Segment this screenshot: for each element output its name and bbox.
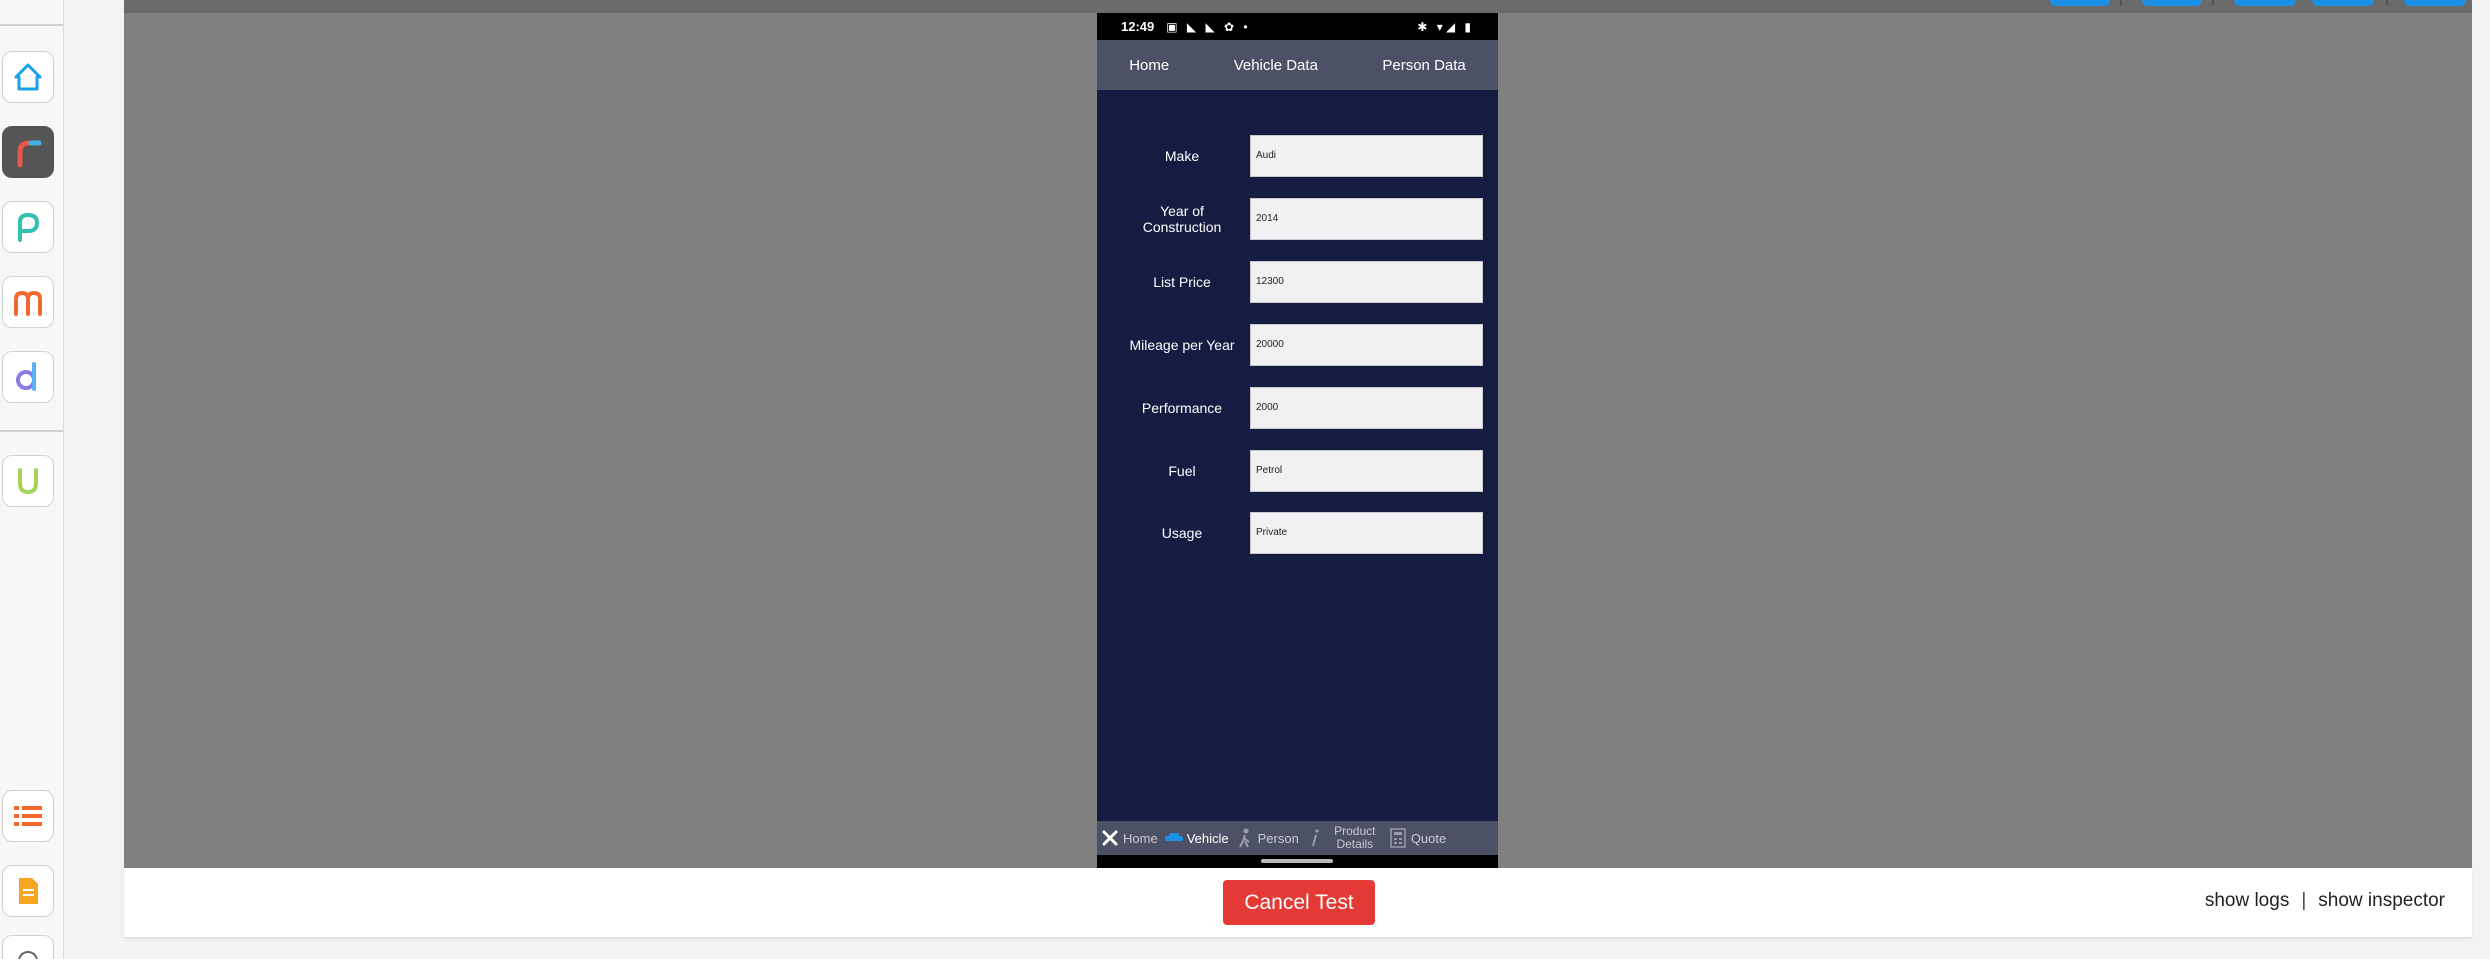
field-label: Performance	[1141, 400, 1223, 416]
rail-app-p[interactable]	[2, 201, 54, 253]
field-label: Make	[1164, 148, 1200, 164]
field-row-usage: Usage Private	[1097, 511, 1498, 555]
bottom-tab-product-details[interactable]: Product Details	[1302, 821, 1385, 855]
p-app-icon	[18, 212, 40, 242]
toolbar-separator	[2212, 0, 2214, 6]
top-tab-home[interactable]: Home	[1129, 57, 1169, 74]
phone-screen: 12:49 ▣ ◣ ◣ ✿ • ✱ ▾◢ ▮ Home Vehicle Data…	[1097, 13, 1498, 868]
system-status-icons: ✱ ▾◢ ▮	[1417, 19, 1474, 34]
year-input[interactable]: 2014	[1250, 198, 1483, 240]
toolbar-button-1[interactable]	[2050, 0, 2110, 6]
phone-status-bar: 12:49 ▣ ◣ ◣ ✿ • ✱ ▾◢ ▮	[1097, 13, 1498, 40]
top-tab-person-data[interactable]: Person Data	[1382, 57, 1465, 74]
rail-list-button[interactable]	[2, 790, 54, 842]
u-app-icon	[18, 468, 38, 495]
status-time: 12:49	[1121, 19, 1155, 34]
fuel-select[interactable]: Petrol	[1250, 450, 1483, 492]
rail-app-u[interactable]	[2, 455, 54, 507]
usage-select[interactable]: Private	[1250, 512, 1483, 554]
device-stage: 12:49 ▣ ◣ ◣ ✿ • ✱ ▾◢ ▮ Home Vehicle Data…	[124, 0, 2472, 868]
performance-input[interactable]: 2000	[1250, 387, 1483, 429]
bottom-tab-person[interactable]: Person	[1232, 821, 1302, 855]
rail-app-home[interactable]	[2, 51, 54, 103]
rail-app-d[interactable]	[2, 351, 54, 403]
home-gesture-handle[interactable]	[1261, 859, 1333, 863]
bottom-links: show logs | show inspector	[2205, 890, 2445, 912]
phone-top-nav: Home Vehicle Data Person Data	[1097, 40, 1498, 90]
person-icon	[1235, 828, 1255, 848]
make-input[interactable]: Audi	[1250, 135, 1483, 177]
show-inspector-link[interactable]: show inspector	[2318, 890, 2445, 911]
field-row-performance: Performance 2000	[1097, 386, 1498, 430]
bottom-tab-label: Home	[1123, 830, 1158, 846]
field-label: Mileage per Year	[1129, 337, 1235, 353]
home-icon	[14, 63, 42, 91]
m-app-icon	[14, 290, 42, 316]
field-label: Fuel	[1168, 463, 1196, 479]
car-icon	[1164, 828, 1184, 848]
app-rail	[0, 0, 64, 959]
notification-icons: ▣ ◣ ◣ ✿ •	[1166, 19, 1251, 34]
list-icon	[14, 806, 42, 826]
toolbar-separator	[2386, 0, 2388, 6]
toolbar-separator	[2120, 0, 2122, 6]
test-control-bar: Cancel Test show logs | show inspector	[124, 868, 2472, 938]
field-row-list-price: List Price 12300	[1097, 260, 1498, 304]
top-tab-vehicle-data[interactable]: Vehicle Data	[1234, 57, 1318, 74]
phone-bottom-tabs: Home Vehicle Person Product Details Quot…	[1097, 821, 1498, 855]
calculator-icon	[1388, 828, 1408, 848]
bottom-tab-quote[interactable]: Quote	[1385, 821, 1449, 855]
ratchet-app-icon	[17, 140, 42, 168]
bottom-tab-vehicle[interactable]: Vehicle	[1161, 821, 1232, 855]
rail-document-button[interactable]	[2, 865, 54, 917]
field-row-make: Make Audi	[1097, 134, 1498, 178]
android-nav-bar	[1097, 855, 1498, 868]
cancel-test-button[interactable]: Cancel Test	[1223, 880, 1375, 925]
field-row-fuel: Fuel Petrol	[1097, 449, 1498, 493]
info-icon	[1305, 828, 1325, 848]
field-label: List Price	[1153, 274, 1211, 290]
mileage-input[interactable]: 20000	[1250, 324, 1483, 366]
toolbar-button-2[interactable]	[2142, 0, 2202, 6]
list-price-input[interactable]: 12300	[1250, 261, 1483, 303]
link-separator: |	[2301, 890, 2307, 911]
toolbar-button-3[interactable]	[2234, 0, 2296, 6]
tools-icon	[1100, 828, 1120, 848]
rail-divider-2	[0, 430, 63, 432]
field-label: Usage	[1161, 525, 1203, 541]
test-runner-window: 12:49 ▣ ◣ ◣ ✿ • ✱ ▾◢ ▮ Home Vehicle Data…	[0, 0, 2490, 959]
rail-app-m[interactable]	[2, 276, 54, 328]
field-row-year: Year of Construction 2014	[1097, 197, 1498, 241]
document-icon	[19, 878, 38, 904]
bottom-tab-label: Vehicle	[1186, 830, 1229, 846]
bottom-tab-home[interactable]: Home	[1097, 821, 1161, 855]
bottom-tab-label: Quote	[1410, 830, 1447, 846]
rail-divider	[0, 24, 63, 26]
toolbar-button-4[interactable]	[2312, 0, 2374, 6]
show-logs-link[interactable]: show logs	[2205, 890, 2290, 911]
toolbar-button-5[interactable]	[2404, 0, 2466, 6]
bottom-tab-label: Product Details	[1334, 824, 1376, 851]
d-app-icon	[16, 362, 36, 391]
rail-app-ratchet[interactable]	[2, 126, 54, 178]
bottom-tab-label: Person	[1257, 830, 1299, 846]
rail-extra-button[interactable]	[2, 935, 54, 959]
field-label: Year of Construction	[1142, 203, 1222, 235]
circle-icon	[18, 951, 38, 959]
field-row-mileage: Mileage per Year 20000	[1097, 323, 1498, 367]
